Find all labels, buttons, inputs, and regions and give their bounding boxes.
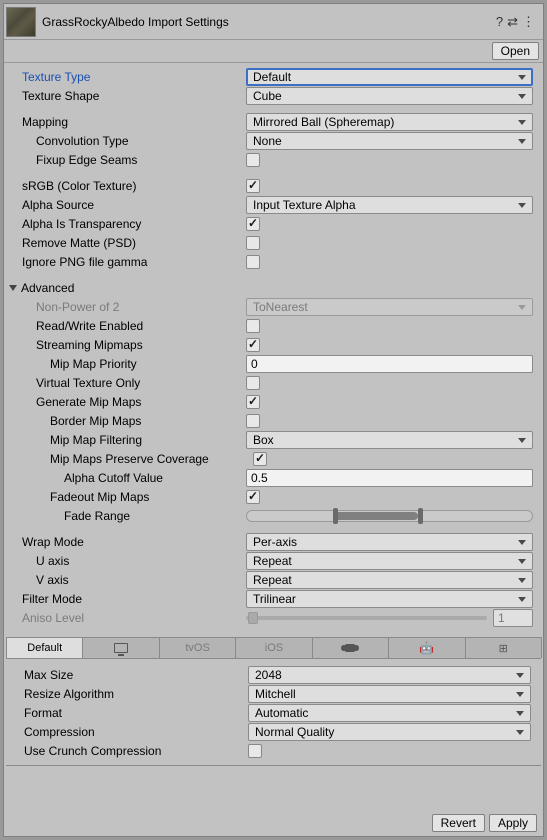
border-mip-maps-label: Border Mip Maps [6,414,246,428]
header-bar: GrassRockyAlbedo Import Settings ? ⇄ ⋮ [4,4,543,40]
read-write-label: Read/Write Enabled [6,319,246,333]
texture-shape-label: Texture Shape [6,89,246,103]
remove-matte-label: Remove Matte (PSD) [6,236,246,250]
alpha-cutoff-value-field[interactable] [246,469,533,487]
alpha-cutoff-value-label: Alpha Cutoff Value [6,471,246,485]
monitor-icon [114,643,128,653]
fade-range-slider[interactable] [246,510,533,522]
wrap-mode-label: Wrap Mode [6,535,246,549]
ignore-png-gamma-checkbox[interactable] [246,255,260,269]
max-size-label: Max Size [8,668,248,682]
texture-type-label: Texture Type [6,70,246,84]
platform-tab-uwp[interactable]: ⊞ [465,637,542,658]
alpha-source-label: Alpha Source [6,198,246,212]
mip-map-filtering-label: Mip Map Filtering [6,433,246,447]
platform-tab-ios[interactable]: iOS [235,637,312,658]
fixup-edge-seams-checkbox[interactable] [246,153,260,167]
fade-range-min-handle[interactable] [333,508,338,524]
fadeout-mip-maps-label: Fadeout Mip Maps [6,490,246,504]
texture-thumbnail[interactable] [6,7,36,37]
platform-tab-default[interactable]: Default [6,637,83,658]
fadeout-mip-maps-checkbox[interactable] [246,490,260,504]
platform-tab-tvos[interactable]: tvOS [159,637,236,658]
texture-type-dropdown[interactable]: Default [246,68,533,86]
filter-mode-dropdown[interactable]: Trilinear [246,590,533,608]
virtual-texture-only-label: Virtual Texture Only [6,376,246,390]
compression-label: Compression [8,725,248,739]
presets-icon[interactable]: ⇄ [507,15,518,28]
fade-range-label: Fade Range [6,509,246,523]
advanced-foldout[interactable]: Advanced [6,279,541,297]
windows-icon: ⊞ [499,642,508,655]
platform-tab-console[interactable] [312,637,389,658]
texture-shape-dropdown[interactable]: Cube [246,87,533,105]
fade-range-max-handle[interactable] [418,508,423,524]
ignore-png-gamma-label: Ignore PNG file gamma [6,255,246,269]
aniso-level-field [493,609,533,627]
u-axis-dropdown[interactable]: Repeat [246,552,533,570]
remove-matte-checkbox[interactable] [246,236,260,250]
max-size-dropdown[interactable]: 2048 [248,666,531,684]
virtual-texture-only-checkbox[interactable] [246,376,260,390]
format-label: Format [8,706,248,720]
platform-tab-android[interactable]: 🤖 [388,637,465,658]
inspector-panel: GrassRockyAlbedo Import Settings ? ⇄ ⋮ O… [3,3,544,837]
mip-preserve-coverage-label: Mip Maps Preserve Coverage [6,452,253,466]
aniso-level-label: Aniso Level [6,611,246,625]
mapping-label: Mapping [6,115,246,129]
use-crunch-compression-label: Use Crunch Compression [8,744,248,758]
u-axis-label: U axis [6,554,246,568]
mip-map-priority-field[interactable] [246,355,533,373]
read-write-checkbox[interactable] [246,319,260,333]
platform-tab-standalone[interactable] [82,637,159,658]
alpha-transparency-checkbox[interactable] [246,217,260,231]
asset-title: GrassRockyAlbedo Import Settings [42,15,496,29]
alpha-source-dropdown[interactable]: Input Texture Alpha [246,196,533,214]
aniso-level-slider [246,616,487,620]
resize-algorithm-dropdown[interactable]: Mitchell [248,685,531,703]
non-power-of-2-dropdown: ToNearest [246,298,533,316]
srgb-label: sRGB (Color Texture) [6,179,246,193]
v-axis-dropdown[interactable]: Repeat [246,571,533,589]
mapping-dropdown[interactable]: Mirrored Ball (Spheremap) [246,113,533,131]
open-row: Open [4,40,543,63]
format-dropdown[interactable]: Automatic [248,704,531,722]
wrap-mode-dropdown[interactable]: Per-axis [246,533,533,551]
alpha-transparency-label: Alpha Is Transparency [6,217,246,231]
use-crunch-compression-checkbox[interactable] [248,744,262,758]
streaming-mipmaps-label: Streaming Mipmaps [6,338,246,352]
help-icon[interactable]: ? [496,15,503,28]
context-menu-icon[interactable]: ⋮ [522,15,535,28]
platform-tabs: Default tvOS iOS 🤖 ⊞ [6,637,541,659]
v-axis-label: V axis [6,573,246,587]
open-button[interactable]: Open [492,42,539,60]
generate-mip-maps-label: Generate Mip Maps [6,395,246,409]
generate-mip-maps-checkbox[interactable] [246,395,260,409]
convolution-type-label: Convolution Type [6,134,246,148]
footer-actions: Revert Apply [432,814,537,832]
mip-map-priority-label: Mip Map Priority [6,357,246,371]
border-mip-maps-checkbox[interactable] [246,414,260,428]
resize-algorithm-label: Resize Algorithm [8,687,248,701]
foldout-arrow-icon [9,285,17,291]
mip-preserve-coverage-checkbox[interactable] [253,452,267,466]
streaming-mipmaps-checkbox[interactable] [246,338,260,352]
revert-button[interactable]: Revert [432,814,485,832]
non-power-of-2-label: Non-Power of 2 [6,300,246,314]
apply-button[interactable]: Apply [489,814,537,832]
fixup-edge-seams-label: Fixup Edge Seams [6,153,246,167]
android-icon: 🤖 [419,641,434,655]
convolution-type-dropdown[interactable]: None [246,132,533,150]
compression-dropdown[interactable]: Normal Quality [248,723,531,741]
filter-mode-label: Filter Mode [6,592,246,606]
controller-icon [344,644,356,652]
header-icons: ? ⇄ ⋮ [496,15,535,28]
mip-map-filtering-dropdown[interactable]: Box [246,431,533,449]
srgb-checkbox[interactable] [246,179,260,193]
